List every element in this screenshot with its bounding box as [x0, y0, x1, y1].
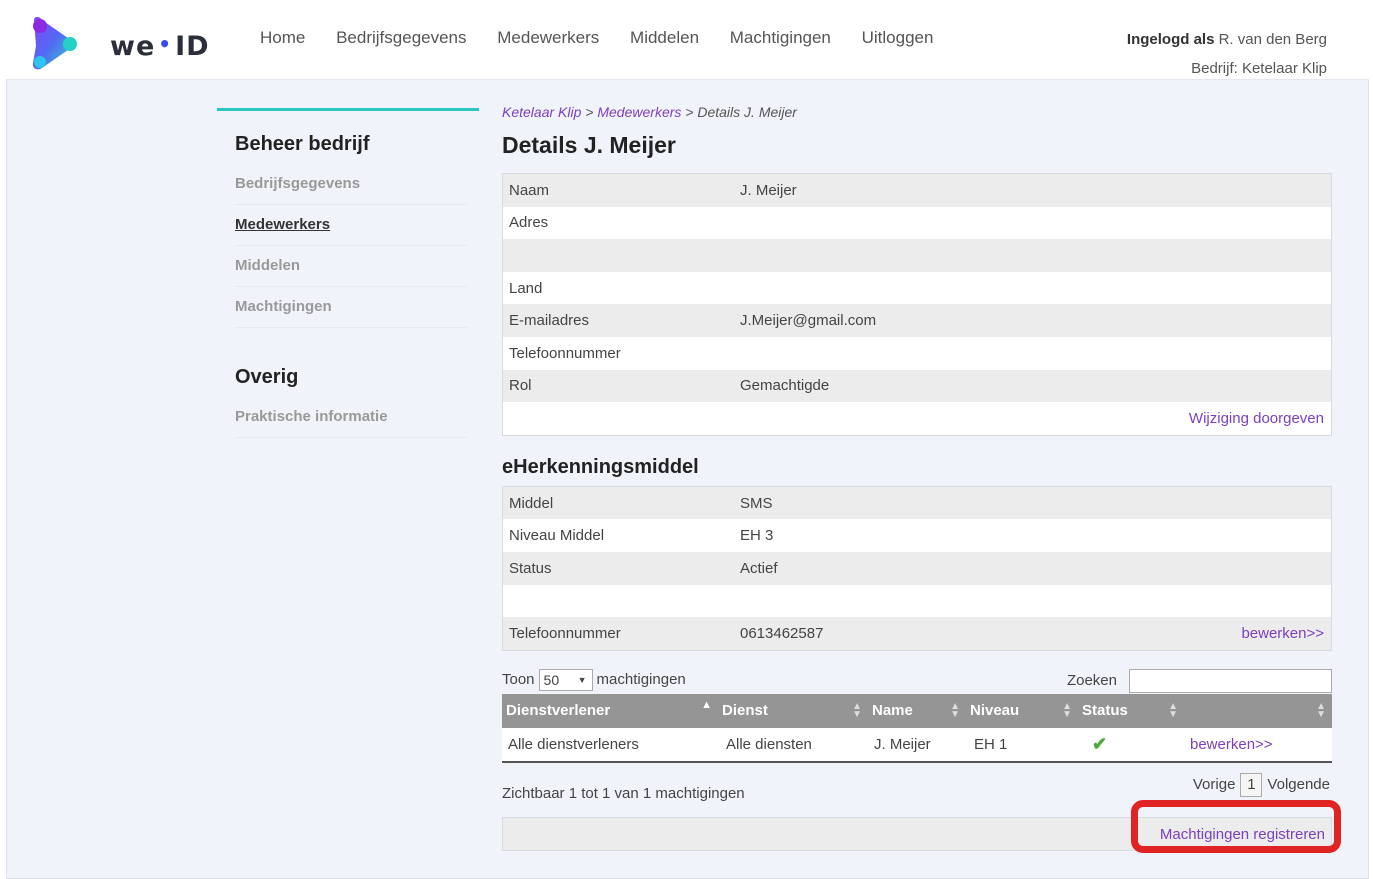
- detail-row-telefoon: Telefoonnummer: [509, 344, 621, 362]
- cell-action: bewerken>>: [1184, 736, 1332, 753]
- eh-row-niveau: Niveau Middel EH 3: [509, 527, 774, 545]
- show-label: Toon: [502, 671, 535, 689]
- eh-row-middel: Middel SMS: [503, 486, 1331, 520]
- nav-middelen[interactable]: Middelen: [630, 28, 699, 47]
- table-footer: Zichtbaar 1 tot 1 van 1 machtigingen Vor…: [502, 769, 1332, 813]
- unit-label: machtigingen: [596, 671, 686, 689]
- nav-home[interactable]: Home: [260, 28, 305, 47]
- logo-wordmark: we • ID: [110, 31, 210, 62]
- col-name[interactable]: Name ▲ ▼: [868, 694, 966, 728]
- cell-status: ✔: [1080, 734, 1184, 755]
- sidebar: Beheer bedrijf Bedrijfsgegevens Medewerk…: [217, 108, 479, 438]
- col-niveau[interactable]: Niveau ▲ ▼: [966, 694, 1078, 728]
- nav-uitloggen[interactable]: Uitloggen: [862, 28, 934, 47]
- detail-row-naam: Naam J. Meijer: [503, 174, 1331, 207]
- breadcrumb: Ketelaar Klip > Medewerkers > Details J.…: [502, 104, 1332, 120]
- sidebar-heading-beheer: Beheer bedrijf: [235, 133, 370, 155]
- user-info: Ingelogd als R. van den Berg Bedrijf: Ke…: [1127, 25, 1327, 83]
- eh-row-status: Status Actief: [503, 551, 1331, 585]
- sidebar-item-praktische-informatie[interactable]: Praktische informatie: [235, 397, 467, 438]
- page-size-select[interactable]: 50 ▼: [538, 668, 593, 691]
- eh-bewerken-link[interactable]: bewerken>>: [1241, 625, 1331, 642]
- pagination-page-button[interactable]: 1: [1240, 772, 1263, 797]
- company-line: Bedrijf: Ketelaar Klip: [1191, 60, 1327, 77]
- breadcrumb-separator: >: [681, 104, 698, 120]
- main-content: Ketelaar Klip > Medewerkers > Details J.…: [502, 104, 1332, 851]
- logo-mark-icon: [32, 17, 77, 70]
- sort-asc-icon: ▲: [701, 698, 712, 711]
- cell-level: EH 1: [974, 735, 1008, 753]
- pagination-info: Zichtbaar 1 tot 1 van 1 machtigingen: [502, 784, 745, 802]
- sort-icon: ▲ ▼: [1062, 700, 1072, 720]
- sidebar-item-bedrijfsgegevens[interactable]: Bedrijfsgegevens: [235, 164, 467, 205]
- detail-row-adres: Adres: [509, 214, 549, 232]
- breadcrumb-company[interactable]: Ketelaar Klip: [502, 104, 581, 120]
- search-input[interactable]: [1129, 668, 1332, 693]
- breadcrumb-current: Details J. Meijer: [697, 104, 797, 120]
- col-dienstverlener[interactable]: Dienstverlener ▲: [502, 694, 718, 728]
- eh-row-telefoon: Telefoonnummer 0613462587 bewerken>>: [503, 617, 1331, 650]
- table-header: Dienstverlener ▲ Dienst ▲ ▼ Name ▲ ▼ Niveau ▲ ▼…: [502, 693, 1332, 728]
- pagination-prev-button[interactable]: Vorige: [1193, 776, 1236, 793]
- sort-icon: ▲ ▼: [1168, 700, 1178, 720]
- employee-details-table: Naam J. Meijer Adres Land E-mailadres J.Me…: [502, 173, 1332, 436]
- search-label: Zoeken: [1066, 672, 1117, 690]
- sort-icon: ▲ ▼: [1316, 700, 1326, 720]
- logged-in-label: Ingelogd als: [1126, 31, 1215, 48]
- sidebar-item-medewerkers[interactable]: Medewerkers: [235, 205, 467, 246]
- eh-section-title: eHerkenningsmiddel: [502, 455, 699, 478]
- bottom-action-bar: Machtigingen registreren: [502, 816, 1332, 851]
- table-controls: Toon 50 ▼ machtigingen Zoeken: [502, 667, 1332, 693]
- sort-icon: ▲ ▼: [852, 700, 862, 720]
- col-status[interactable]: Status ▲ ▼: [1078, 694, 1184, 728]
- eh-details-table: Middel SMS Niveau Middel EH 3 Status Actief…: [502, 485, 1332, 651]
- table-row: Alle dienstverleners Alle diensten J. Me…: [502, 727, 1332, 761]
- nav-medewerkers[interactable]: Medewerkers: [497, 28, 599, 47]
- breadcrumb-separator: >: [581, 104, 598, 120]
- col-actions[interactable]: ▲ ▼: [1184, 694, 1332, 728]
- pagination: Vorige 1 Volgende: [1193, 772, 1330, 797]
- authorizations-table: Dienstverlener ▲ Dienst ▲ ▼ Name ▲ ▼ Niveau ▲ ▼…: [502, 693, 1332, 763]
- weid-logo[interactable]: we • ID: [28, 16, 209, 72]
- col-dienst[interactable]: Dienst ▲ ▼: [718, 694, 868, 728]
- sidebar-item-machtigingen[interactable]: Machtigingen: [235, 287, 467, 328]
- cell-service: Alle diensten: [726, 735, 812, 753]
- sidebar-heading-overig: Overig: [235, 366, 299, 388]
- logged-in-user: R. van den Berg: [1218, 31, 1327, 48]
- detail-row-land: Land: [509, 279, 543, 297]
- nav-bedrijfsgegevens[interactable]: Bedrijfsgegevens: [336, 28, 466, 47]
- dropdown-arrow-icon: ▼: [577, 674, 587, 685]
- cell-provider: Alle dienstverleners: [508, 735, 639, 753]
- top-header: we • ID Home Bedrijfsgegevens Medewerkers …: [6, 6, 1369, 80]
- sidebar-item-middelen[interactable]: Middelen: [235, 246, 467, 287]
- sidebar-accent-bar: [217, 108, 479, 111]
- check-icon: ✔: [1092, 733, 1108, 754]
- sort-icon: ▲ ▼: [950, 700, 960, 720]
- detail-row-adres-2: [503, 239, 1331, 272]
- machtigingen-registreren-link[interactable]: Machtigingen registreren: [1160, 826, 1325, 843]
- nav-machtigingen[interactable]: Machtigingen: [730, 28, 831, 47]
- cell-name: J. Meijer: [874, 735, 931, 753]
- detail-row-rol: Rol Gemachtigde: [503, 369, 1331, 403]
- breadcrumb-medewerkers[interactable]: Medewerkers: [597, 104, 681, 120]
- eh-row-empty: [503, 585, 1331, 618]
- detail-row-email: E-mailadres J.Meijer@gmail.com: [503, 304, 1331, 337]
- detail-row-actions: Wijziging doorgeven: [503, 402, 1331, 435]
- main-nav: Home Bedrijfsgegevens Medewerkers Middel…: [260, 28, 959, 48]
- row-bewerken-link[interactable]: bewerken>>: [1190, 736, 1273, 753]
- pagination-next-button[interactable]: Volgende: [1267, 776, 1330, 793]
- page-title: Details J. Meijer: [502, 132, 676, 158]
- wijziging-doorgeven-link[interactable]: Wijziging doorgeven: [1189, 410, 1331, 427]
